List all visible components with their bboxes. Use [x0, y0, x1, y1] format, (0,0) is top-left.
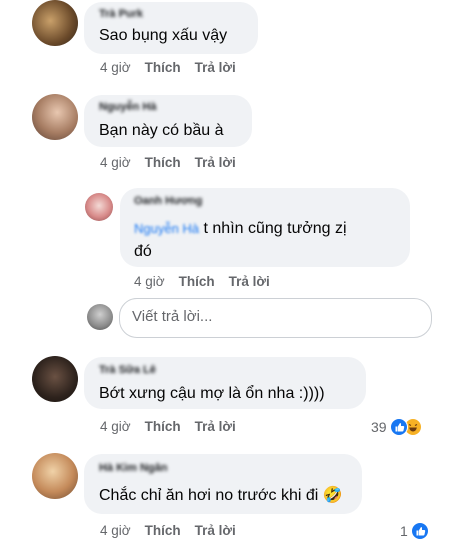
reply-text: t nhìn cũng tưởng zị — [203, 220, 347, 237]
reply-button[interactable]: Trả lời — [229, 274, 270, 289]
reply-text-line2: đó — [134, 243, 152, 260]
comment-author[interactable]: Trà Sữa Lê — [99, 364, 156, 376]
comment-text: Chắc chỉ ăn hơi no trước khi đi 🤣 — [99, 487, 343, 504]
avatar[interactable] — [32, 0, 78, 46]
comment-time[interactable]: 4 giờ — [100, 419, 131, 434]
reply-author[interactable]: Oanh Hương — [134, 195, 202, 207]
current-user-avatar[interactable] — [87, 304, 113, 330]
reply-actions: 4 giờ Thích Trả lời — [134, 274, 270, 289]
comment-author[interactable]: Hà Kim Ngân — [99, 462, 167, 474]
reply-button[interactable]: Trả lời — [195, 60, 236, 75]
reply-time[interactable]: 4 giờ — [134, 274, 165, 289]
reaction-summary[interactable]: 39 — [371, 418, 422, 436]
like-button[interactable]: Thích — [145, 60, 181, 75]
comment-actions: 4 giờ Thích Trả lời — [100, 155, 236, 170]
comment-author[interactable]: Nguyễn Hà — [99, 101, 156, 113]
reply-text-line1: Nguyễn Hà t nhìn cũng tưởng zị — [134, 217, 347, 240]
comment-time[interactable]: 4 giờ — [100, 523, 131, 538]
avatar[interactable] — [32, 356, 78, 402]
reply-input-placeholder: Viết trả lời... — [132, 308, 213, 325]
reply-button[interactable]: Trả lời — [195, 523, 236, 538]
reaction-count: 39 — [371, 419, 387, 435]
like-button[interactable]: Thích — [145, 419, 181, 434]
like-icon — [389, 418, 408, 436]
avatar[interactable] — [32, 94, 78, 140]
avatar[interactable] — [32, 453, 78, 499]
comment-text: Bạn này có bầu à — [99, 122, 224, 139]
reaction-count: 1 — [400, 523, 408, 539]
comment-actions: 4 giờ Thích Trả lời — [100, 419, 236, 434]
reply-button[interactable]: Trả lời — [195, 419, 236, 434]
comment-text: Bớt xưng cậu mợ là ổn nha :)))) — [99, 385, 325, 402]
comment-time[interactable]: 4 giờ — [100, 155, 131, 170]
like-button[interactable]: Thích — [145, 155, 181, 170]
reply-input[interactable]: Viết trả lời... — [119, 298, 432, 338]
reply-button[interactable]: Trả lời — [195, 155, 236, 170]
avatar[interactable] — [85, 193, 113, 221]
reaction-summary[interactable]: 1 — [400, 522, 429, 540]
like-icon — [410, 522, 429, 540]
like-button[interactable]: Thích — [145, 523, 181, 538]
comment-actions: 4 giờ Thích Trả lời — [100, 60, 236, 75]
comment-time[interactable]: 4 giờ — [100, 60, 131, 75]
comment-author[interactable]: Trà Purk — [99, 8, 143, 20]
mention-link[interactable]: Nguyễn Hà — [134, 221, 199, 236]
comment-text: Sao bụng xấu vậy — [99, 27, 228, 44]
like-button[interactable]: Thích — [179, 274, 215, 289]
comment-actions: 4 giờ Thích Trả lời — [100, 523, 236, 538]
